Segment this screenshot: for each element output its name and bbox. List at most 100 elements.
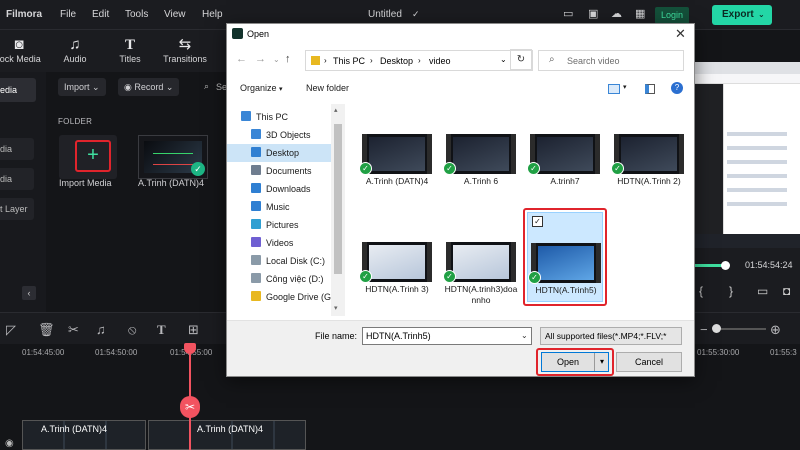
sidebar-item-adjustment-layer[interactable]: t Layer (0, 198, 34, 220)
preview-pane-icon[interactable] (645, 84, 655, 94)
toolbar-label: Titles (119, 54, 141, 64)
music-note-icon (251, 201, 261, 211)
nav-item-3d-objects[interactable]: 3D Objects (227, 126, 337, 144)
up-arrow-icon[interactable]: ↑ (285, 53, 291, 65)
eye-icon[interactable]: ◉ (5, 438, 14, 449)
file-item[interactable]: ✓ HDTN(A.Trinh 2) (611, 104, 687, 194)
nav-item-documents[interactable]: Documents (227, 162, 337, 180)
refresh-icon[interactable]: ↻ (510, 49, 532, 70)
menu-tools[interactable]: Tools (125, 9, 148, 20)
brace-right-icon[interactable]: } (729, 284, 733, 298)
text-tool-icon[interactable]: T (157, 322, 166, 338)
import-dropdown[interactable]: Import ⌄ (58, 78, 106, 96)
collapse-sidebar-icon[interactable]: ‹ (22, 286, 36, 300)
import-media-caption: Import Media (59, 178, 112, 188)
nav-pane-scrollbar[interactable]: ▴ ▾ (331, 104, 345, 316)
search-input[interactable]: ⌕ Search video (538, 50, 684, 71)
audio-detach-icon[interactable]: ♫ (96, 322, 106, 337)
layout-icon[interactable]: ▭ (563, 7, 573, 20)
record-dropdown[interactable]: ◉ Record ⌄ (118, 78, 180, 96)
preview-controls: 01:54:54:24 { } ▭ ◘ (693, 248, 800, 312)
chevron-down-icon: ⌄ (758, 10, 765, 19)
help-icon[interactable]: ? (671, 82, 683, 94)
view-options-icon[interactable] (608, 84, 620, 94)
media-clip-thumbnail[interactable]: ✓ (138, 135, 208, 179)
breadcrumb-desktop[interactable]: Desktop (380, 56, 413, 66)
menu-file[interactable]: File (60, 9, 76, 20)
adjust-icon[interactable]: ⊞ (188, 322, 199, 338)
gift-icon[interactable]: ▦ (635, 7, 645, 20)
delete-icon[interactable]: 🗑 (38, 322, 55, 338)
scroll-down-icon[interactable]: ▾ (334, 304, 338, 312)
cancel-button[interactable]: Cancel (616, 352, 682, 372)
nav-item-this-pc[interactable]: This PC (227, 108, 337, 126)
search-placeholder: Search video (567, 56, 620, 66)
nav-item-videos[interactable]: Videos (227, 234, 337, 252)
chevron-down-icon: ⌄ (165, 82, 174, 92)
split-scissors-icon[interactable]: ✂ (180, 396, 200, 418)
mute-icon[interactable]: ⦸ (128, 322, 136, 338)
brace-left-icon[interactable]: { (699, 284, 703, 298)
zoom-out-icon[interactable]: − (700, 322, 708, 337)
file-type-filter[interactable]: All supported files(*.MP4;*.FLV;* (540, 327, 682, 345)
toolbar-titles[interactable]: T Titles (103, 36, 157, 64)
chevron-down-icon[interactable]: ⌄ (500, 55, 507, 64)
timeline-clip[interactable]: A.Trinh (DATN)4 (148, 420, 306, 450)
nav-item-downloads[interactable]: Downloads (227, 180, 337, 198)
new-folder-button[interactable]: New folder (306, 83, 349, 93)
scroll-up-icon[interactable]: ▴ (334, 106, 338, 114)
nav-item-music[interactable]: Music (227, 198, 337, 216)
toolbar-stock-media[interactable]: ◙ tock Media (0, 36, 46, 64)
sidebar-item-2[interactable]: dia (0, 138, 34, 160)
drive-icon (251, 255, 261, 265)
organize-button[interactable]: Organize ▾ (240, 83, 283, 93)
forward-arrow-icon[interactable]: → (255, 53, 266, 65)
chevron-down-icon[interactable]: ⌄ (521, 331, 528, 340)
export-button[interactable]: Export ⌄ (712, 5, 772, 25)
login-button[interactable]: Login (655, 7, 689, 24)
computer-icon (241, 111, 251, 121)
search-icon[interactable]: ⌕ (204, 81, 209, 92)
toolbar-transitions[interactable]: ⇆ Transitions (158, 36, 212, 64)
file-item[interactable]: ✓ HDTN(A.trinh3)doannho (443, 212, 519, 305)
breadcrumb-this-pc[interactable]: This PC (333, 56, 365, 66)
select-tool-icon[interactable]: ◸ (6, 322, 16, 338)
file-item[interactable]: ✓ A.Trinh (DATN)4 (359, 104, 435, 194)
file-item[interactable]: ✓ A.trinh7 (527, 104, 603, 194)
sync-check-icon: ✓ (443, 162, 456, 175)
close-icon[interactable]: ✕ (675, 26, 686, 42)
sidebar-item-project-media[interactable]: edia (0, 78, 36, 102)
cube-icon (251, 129, 261, 139)
file-item[interactable]: ✓ A.Trinh 6 (443, 104, 519, 194)
monitor-icon[interactable]: ▭ (757, 284, 768, 298)
toolbar-audio[interactable]: ♫ Audio (48, 36, 102, 64)
menu-view[interactable]: View (164, 9, 186, 20)
zoom-in-icon[interactable]: ⊕ (770, 322, 781, 338)
chevron-down-icon[interactable]: ⌄ (273, 55, 280, 64)
nav-item-google-drive-g[interactable]: Google Drive (G: (227, 288, 337, 306)
zoom-slider-knob[interactable] (712, 324, 721, 333)
import-media-tile[interactable]: + (59, 135, 117, 179)
nav-item-cong-viec-d[interactable]: Công việc (D:) (227, 270, 337, 288)
scissors-icon[interactable]: ✂ (68, 322, 79, 338)
chevron-down-icon[interactable]: ▾ (623, 83, 627, 91)
breadcrumb-video[interactable]: video (429, 56, 451, 66)
playback-slider-knob[interactable] (721, 261, 730, 270)
scrollbar-thumb[interactable] (334, 124, 342, 274)
menu-edit[interactable]: Edit (92, 9, 109, 20)
snapshot-icon[interactable]: ◘ (783, 284, 790, 298)
file-name-input[interactable]: HDTN(A.Trinh5) (362, 327, 532, 345)
file-item[interactable]: ✓ HDTN(A.Trinh 3) (359, 212, 435, 302)
cloud-upload-icon[interactable]: ☁ (611, 7, 622, 20)
address-bar[interactable]: › This PC › Desktop › video ⌄ (305, 50, 533, 71)
nav-item-pictures[interactable]: Pictures (227, 216, 337, 234)
nav-item-local-disk-c[interactable]: Local Disk (C:) (227, 252, 337, 270)
clip-label: A.Trinh (DATN)4 (197, 424, 264, 434)
nav-item-desktop[interactable]: Desktop (227, 144, 337, 162)
save-icon[interactable]: ▣ (588, 7, 598, 20)
sidebar-item-3[interactable]: dia (0, 168, 34, 190)
back-arrow-icon[interactable]: ← (236, 53, 247, 65)
timeline-clip[interactable]: A.Trinh (DATN)4 (22, 420, 146, 450)
menu-help[interactable]: Help (202, 9, 223, 20)
zoom-slider[interactable] (716, 328, 766, 330)
